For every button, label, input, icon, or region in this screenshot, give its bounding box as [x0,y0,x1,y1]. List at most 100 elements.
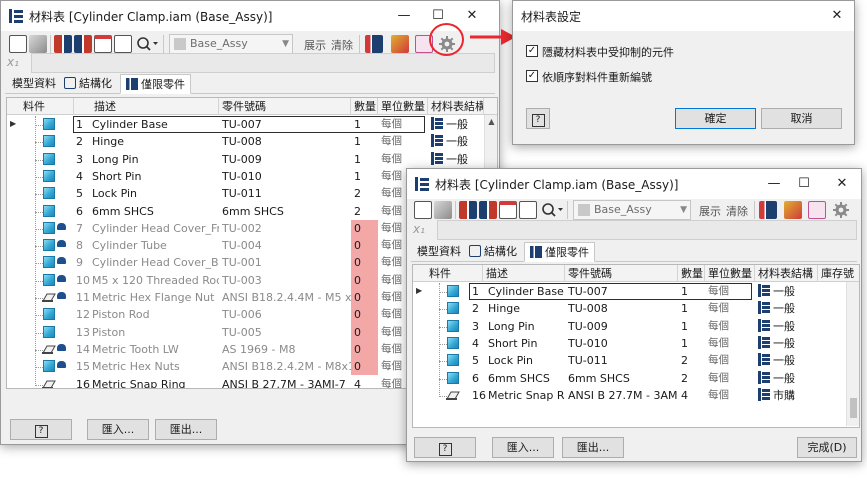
bom-structure-cell[interactable]: 一般 [755,335,818,352]
quantity-cell[interactable]: 4 [351,376,378,389]
quantity-cell[interactable]: 1 [351,133,378,150]
table-row[interactable]: ▶ 1 Cylinder Base TU-007 1 每個 一般 [7,116,497,134]
part-number-cell[interactable]: TU-009 [565,318,678,335]
settings-gear-icon[interactable] [832,201,850,219]
tab-parts-only[interactable]: 僅限零件 [524,242,595,262]
part-number-cell[interactable]: TU-003 [219,272,351,289]
quantity-cell[interactable]: 1 [678,335,705,352]
part-number-cell[interactable]: TU-009 [219,151,351,168]
quantity-cell[interactable]: 0 [351,358,378,376]
part-number-cell[interactable]: TU-010 [219,168,351,185]
description-cell[interactable]: Piston Rod [89,306,219,323]
part-number-cell[interactable]: TU-008 [219,133,351,150]
description-cell[interactable]: 6mm SHCS [485,370,565,387]
custom-part-icon[interactable] [808,201,826,219]
quantity-cell[interactable]: 4 [678,387,705,404]
export-icon[interactable] [114,35,132,53]
col-item[interactable]: 料件 [7,98,74,115]
quantity-cell[interactable]: 2 [678,370,705,387]
table-row[interactable]: 3 Long Pin TU-009 1 每個 一般 [7,151,497,168]
part-number-cell[interactable]: ANSI B 27.7M - 3AMI-7 [219,376,351,389]
description-cell[interactable]: Hinge [485,300,565,317]
table-row[interactable]: 3 Long Pin TU-009 1 每個 一般 [413,318,859,335]
scroll-up-icon[interactable]: ▲ [485,115,497,129]
quantity-cell[interactable]: 0 [351,237,378,255]
part-number-cell[interactable]: TU-011 [219,185,351,202]
quantity-cell[interactable]: 2 [351,203,378,220]
description-cell[interactable]: Long Pin [485,318,565,335]
description-cell[interactable]: Hinge [89,133,219,150]
part-number-cell[interactable]: TU-002 [219,220,351,237]
part-number-cell[interactable]: TU-011 [565,352,678,369]
description-cell[interactable]: Piston [89,324,219,341]
col-unit-qty[interactable]: 單位數量 [378,98,428,115]
done-button[interactable]: 完成(D) [797,437,857,458]
dialog-help-button[interactable]: ? [526,108,550,129]
unit-quantity-cell[interactable]: 每個 [705,335,755,352]
table-row[interactable]: 2 Hinge TU-008 1 每個 一般 [7,133,497,150]
show-button[interactable]: 展示 [304,37,326,53]
description-cell[interactable]: Metric Hex Nuts [89,358,219,375]
col-part-number[interactable]: 零件號碼 [219,98,351,115]
cancel-button[interactable]: 取消 [761,108,842,129]
description-cell[interactable]: Metric Tooth LW [89,341,219,358]
description-cell[interactable]: Short Pin [485,335,565,352]
description-cell[interactable]: Short Pin [89,168,219,185]
erase-icon[interactable] [29,35,47,53]
col-stock-number[interactable]: 庫存號 [818,265,859,282]
import-button[interactable]: 匯入... [492,437,554,458]
quantity-cell[interactable]: 2 [678,352,705,369]
description-cell[interactable]: Long Pin [89,151,219,168]
part-number-cell[interactable]: 6mm SHCS [219,203,351,220]
close-button[interactable]: ✕ [825,169,859,199]
description-cell[interactable]: Metric Hex Flange Nut [89,289,219,306]
maximize-button[interactable]: ☐ [787,169,821,199]
tab-model-data[interactable]: 模型資料 [412,242,466,262]
sort-up-icon[interactable] [74,35,92,53]
col-description[interactable]: 描述 [483,265,565,282]
part-number-merge-icon[interactable] [784,201,802,219]
description-cell[interactable]: Metric Snap Ring [485,387,565,404]
col-quantity[interactable]: 數量 [678,265,705,282]
table-row[interactable]: 5Lock PinTU-0112每個一般 [413,352,859,369]
bom-structure-cell[interactable]: 市購 [755,387,818,404]
bom-structure-cell[interactable]: 一般 [428,133,484,150]
sort-down-icon[interactable] [459,201,477,219]
unit-quantity-cell[interactable]: 每個 [705,300,755,317]
unit-quantity-cell[interactable]: 每個 [705,370,755,387]
part-number-cell[interactable]: ANSI B 27.7M - 3AMI-7 [565,387,678,404]
table-row[interactable]: 16Metric Snap RingANSI B 27.7M - 3AMI-74… [413,387,859,404]
quantity-cell[interactable]: 0 [351,271,378,289]
bom-structure-cell[interactable]: 一般 [755,318,818,335]
sort-down-icon[interactable] [54,35,72,53]
bom-structure-cell[interactable]: 一般 [428,116,484,133]
description-cell[interactable]: Cylinder Head Cover_Front [89,220,219,237]
part-number-cell[interactable]: ANSI B18.2.4.4M - M5 x 0.8 [219,289,351,306]
scroll-thumb[interactable] [850,398,857,418]
col-quantity[interactable]: 數量 [351,98,378,115]
part-number-cell[interactable]: 6mm SHCS [565,370,678,387]
part-number-cell[interactable]: TU-008 [565,300,678,317]
description-cell[interactable]: 6mm SHCS [89,203,219,220]
renumber-icon[interactable] [94,35,112,53]
formula-input[interactable] [31,53,495,73]
tab-model-data[interactable]: 模型資料 [7,74,61,94]
export-button[interactable]: 匯出... [155,419,217,440]
sort-up-icon[interactable] [479,201,497,219]
description-cell[interactable]: Lock Pin [89,185,219,202]
table-icon[interactable] [414,201,432,219]
bom-structure-cell[interactable]: 一般 [428,151,484,168]
dialog-close-button[interactable]: ✕ [820,1,854,31]
help-button[interactable]: ? [414,437,476,458]
bom-structure-cell[interactable]: 一般 [755,300,818,317]
erase-icon[interactable] [434,201,452,219]
quantity-cell[interactable]: 1 [678,318,705,335]
col-item[interactable]: 料件 [413,265,483,282]
col-bom-structure[interactable]: 材料表結構 [428,98,484,115]
search-icon[interactable] [540,201,564,219]
bom-structure-cell[interactable]: 一般 [755,370,818,387]
export-icon[interactable] [519,201,537,219]
table-row[interactable]: 2 Hinge TU-008 1 每個 一般 [413,300,859,317]
vertical-scrollbar[interactable] [846,282,859,426]
quantity-cell[interactable]: 0 [351,289,378,307]
